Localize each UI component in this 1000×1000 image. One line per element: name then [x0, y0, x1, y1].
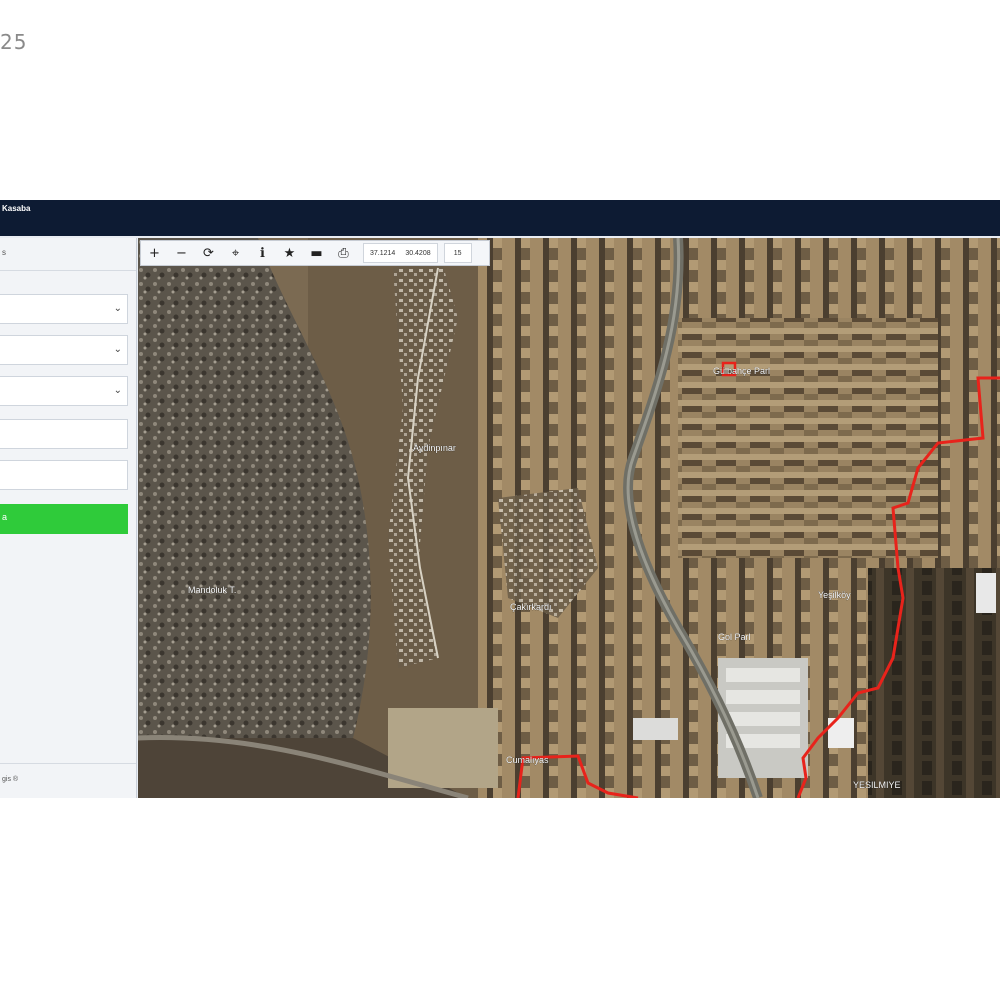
farmland-central	[678, 318, 938, 558]
sidebar-header-label: s	[2, 248, 6, 257]
industrial-building	[726, 712, 800, 726]
satellite-map[interactable]: Gülbahçe Parl Aydinpınar Mandoluk T. Gol…	[138, 238, 1000, 798]
minus-icon[interactable]: ▬	[303, 241, 330, 265]
input-2[interactable]	[0, 460, 128, 490]
white-building	[976, 573, 996, 613]
greenhouse	[633, 718, 678, 740]
map-label: Gülbahçe Parl	[713, 366, 770, 376]
map-label: Gol Parl	[718, 632, 751, 642]
sidebar-footer: gis ®	[0, 763, 136, 798]
app-header: Kasaba	[0, 200, 1000, 236]
chevron-down-icon: ⌄	[113, 303, 122, 314]
chevron-down-icon: ⌄	[113, 385, 122, 396]
locate-icon[interactable]: ⌖	[222, 241, 249, 265]
zoom-out-icon[interactable]: −	[168, 241, 195, 265]
star-icon[interactable]: ★	[276, 241, 303, 265]
app-title: Kasaba	[2, 204, 31, 213]
map-toolbar: + − ⟳ ⌖ ℹ ★ ▬ ⎙ 37.1214 30.4208 15	[140, 240, 490, 266]
app-window: Kasaba s ⌄ ⌄ ⌄ a gis ® Gülbahçe Parl Ayd…	[0, 200, 1000, 798]
corner-page-number: 25	[0, 30, 28, 54]
sidebar-footer-label: gis ®	[2, 776, 19, 783]
chevron-down-icon: ⌄	[113, 344, 122, 355]
input-1[interactable]	[0, 419, 128, 449]
print-icon[interactable]: ⎙	[330, 241, 357, 265]
select-3[interactable]: ⌄	[0, 376, 128, 406]
select-2[interactable]: ⌄	[0, 335, 128, 365]
map-label: Çakırkardı	[510, 602, 552, 612]
industrial-building	[726, 668, 800, 682]
submit-button[interactable]: a	[0, 504, 128, 534]
map-label: Aydinpınar	[413, 443, 456, 453]
zoom-level: 15	[443, 243, 472, 263]
coord-x: 37.1214	[370, 249, 396, 257]
map-label: Cumalıyas	[506, 755, 549, 765]
submit-button-label: a	[2, 512, 8, 522]
sidebar-header: s	[0, 238, 136, 271]
map-label: Yeşilköy	[818, 590, 851, 600]
map-label: Mandoluk T.	[188, 585, 236, 595]
map-label: YESILMIYE	[853, 780, 901, 790]
coord-y: 30.4208	[405, 249, 431, 257]
quarry-area	[388, 708, 498, 788]
map-canvas[interactable]: Gülbahçe Parl Aydinpınar Mandoluk T. Gol…	[138, 238, 1000, 798]
info-icon[interactable]: ℹ	[249, 241, 276, 265]
refresh-icon[interactable]: ⟳	[195, 241, 222, 265]
select-1[interactable]: ⌄	[0, 294, 128, 324]
coordinate-readout: 37.1214 30.4208	[363, 243, 438, 263]
industrial-building	[726, 690, 800, 704]
zoom-in-icon[interactable]: +	[141, 241, 168, 265]
sidebar: s ⌄ ⌄ ⌄ a gis ®	[0, 238, 137, 798]
